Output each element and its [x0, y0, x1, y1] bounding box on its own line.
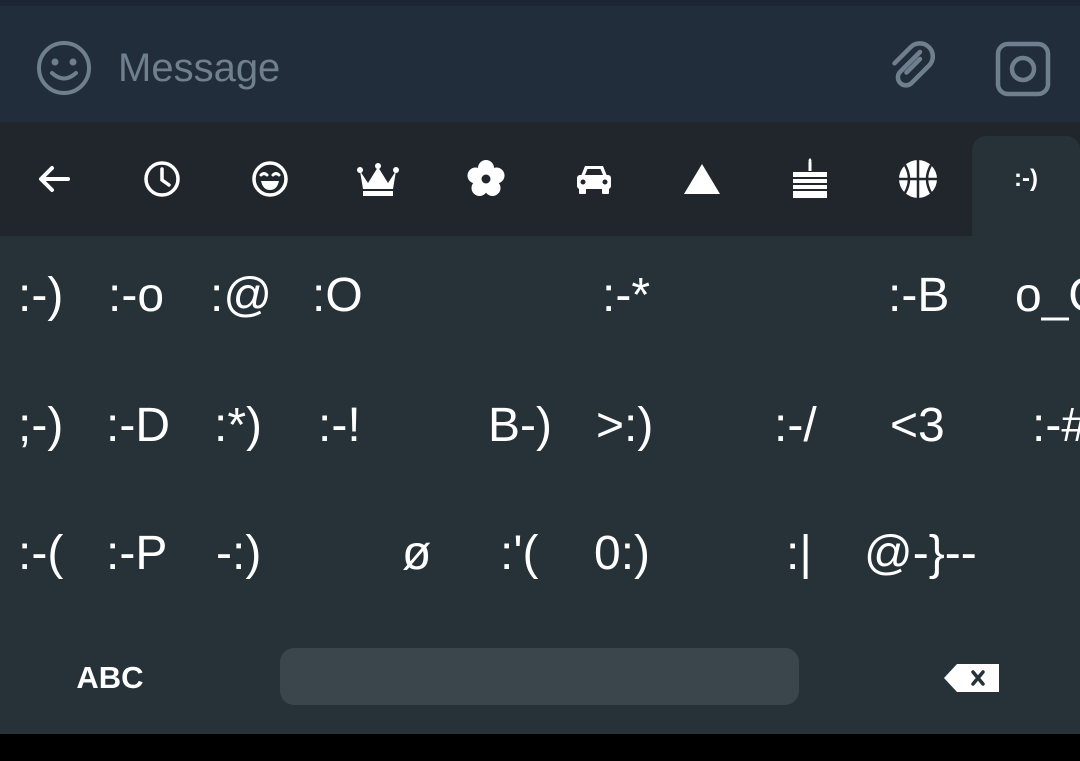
emoticon-item[interactable]: :-*	[602, 266, 650, 326]
emoticon-item[interactable]: :-)	[18, 266, 63, 326]
car-icon[interactable]	[540, 122, 648, 236]
camera-icon[interactable]	[992, 38, 1054, 100]
emoticon-item[interactable]: <3	[890, 396, 945, 456]
basketball-icon[interactable]	[864, 122, 972, 236]
triangle-icon[interactable]	[648, 122, 756, 236]
space-bar[interactable]	[280, 648, 799, 705]
keyboard-bottom-row: ABC	[0, 626, 1080, 734]
emoticon-item[interactable]: :-D	[106, 396, 170, 456]
emoticon-item[interactable]: :*)	[214, 396, 262, 456]
tab-emoticons-label: :-)	[1014, 165, 1038, 192]
emoticon-item[interactable]: >:)	[596, 396, 653, 456]
backspace-icon[interactable]	[930, 656, 1014, 700]
cake-icon[interactable]	[756, 122, 864, 236]
message-input[interactable]	[118, 43, 818, 93]
abc-button[interactable]: ABC	[60, 656, 160, 700]
emoticon-item[interactable]: :-o	[108, 266, 164, 326]
smiley-icon[interactable]	[34, 38, 94, 98]
emoticon-item[interactable]: B-)	[488, 396, 552, 456]
smiley-icon[interactable]	[216, 122, 324, 236]
emoticon-item[interactable]: ø	[402, 524, 431, 584]
emoticon-item[interactable]: :-(	[18, 524, 63, 584]
emoticon-item[interactable]: :-B	[888, 266, 949, 326]
emoticon-grid: :-) :-o :@ :O :-* :-B o_O ;-) :-D :*) :-…	[0, 236, 1080, 626]
keyboard-screen: :-) :-) :-o :@ :O :-* :-B o_O ;-) :-D :*…	[0, 0, 1080, 761]
emoticon-item[interactable]: ;-)	[18, 396, 63, 456]
crown-icon[interactable]	[324, 122, 432, 236]
message-bar	[0, 6, 1080, 122]
emoticon-item[interactable]: :-P	[106, 524, 167, 584]
paperclip-icon[interactable]	[880, 36, 944, 100]
emoticon-item[interactable]: :-#	[1032, 396, 1080, 456]
emoticon-item[interactable]: :|	[786, 524, 812, 584]
emoticon-item[interactable]: 0:)	[594, 524, 650, 584]
navigation-bar	[0, 734, 1080, 761]
back-arrow-icon[interactable]	[0, 122, 108, 236]
emoticon-item[interactable]: :@	[210, 266, 272, 326]
emoticon-item[interactable]: o_O	[1015, 266, 1080, 326]
clock-icon[interactable]	[108, 122, 216, 236]
emoticon-item[interactable]: @-}--	[864, 524, 977, 584]
emoticon-item[interactable]: :'(	[500, 524, 538, 584]
emoticon-item[interactable]: :-/	[774, 396, 817, 456]
flower-icon[interactable]	[432, 122, 540, 236]
emoticon-item[interactable]: :O	[312, 266, 363, 326]
emoji-category-tabs: :-)	[0, 122, 1080, 236]
emoticon-item[interactable]: -:)	[216, 524, 261, 584]
tab-emoticons[interactable]: :-)	[972, 136, 1080, 236]
emoticon-item[interactable]: :-!	[318, 396, 361, 456]
